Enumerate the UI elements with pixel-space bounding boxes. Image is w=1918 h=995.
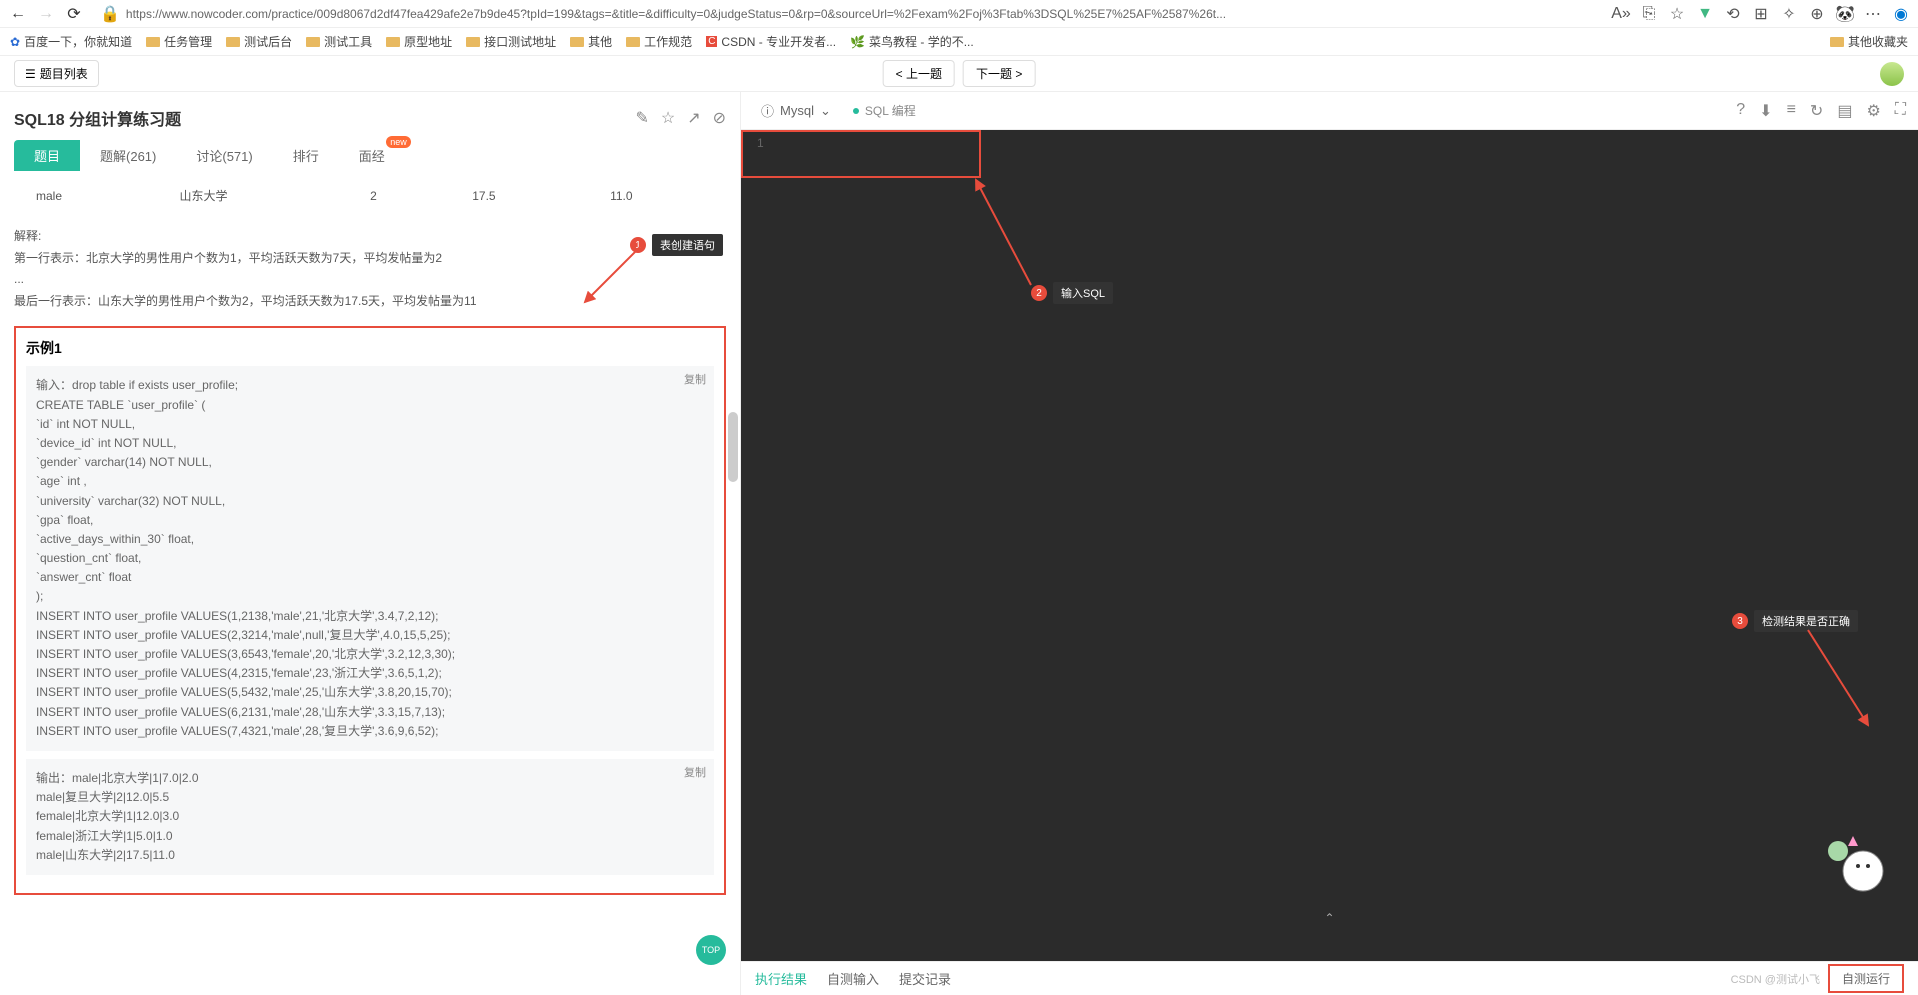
notes-icon[interactable]: ▤ (1837, 101, 1852, 121)
annotation-3-text: 检测结果是否正确 (1754, 610, 1858, 632)
tab-ranking[interactable]: 排行 (273, 140, 339, 171)
address-bar[interactable]: 🔒 https://www.nowcoder.com/practice/009d… (92, 3, 1604, 25)
chevron-down-icon: ⌄ (820, 103, 831, 119)
info-icon: ⓘ (761, 101, 774, 120)
editor-panel: ⓘMysql⌄ SQL 编程 ? ⬇ ≡ ↻ ▤ ⚙ ⛶ 1 2 输入SQL (740, 92, 1918, 995)
format-icon[interactable]: ≡ (1787, 101, 1796, 121)
sql-editor[interactable]: 1 2 输入SQL 3 检测结果是否正确 ⌃ (741, 130, 1918, 961)
page-header: ☰题目列表 < 上一题 下一题 > (0, 56, 1918, 92)
extensions-icon[interactable]: ⊕ (1808, 5, 1826, 23)
bookmark-baidu[interactable]: ✿百度一下，你就知道 (10, 33, 132, 50)
next-question-button[interactable]: 下一题 > (963, 60, 1035, 87)
tab-submit-history[interactable]: 提交记录 (899, 969, 951, 988)
vue-icon[interactable]: ▼ (1696, 5, 1714, 23)
example-title: 示例1 (26, 338, 714, 358)
sql-mode-label: SQL 编程 (853, 102, 916, 119)
read-aloud-icon[interactable]: A» (1612, 5, 1630, 23)
prev-question-button[interactable]: < 上一题 (883, 60, 955, 87)
annotation-2-text: 输入SQL (1053, 282, 1113, 304)
share-icon[interactable]: ↗ (687, 108, 700, 128)
problem-tabs: 题目 题解(261) 讨论(571) 排行 面经new (14, 140, 726, 171)
sample-table: male 山东大学 2 17.5 11.0 (14, 179, 726, 212)
watermark-text: CSDN @测试小飞 (1731, 971, 1820, 987)
fullscreen-icon[interactable]: ⛶ (1895, 101, 1906, 121)
help-icon[interactable]: ? (1736, 101, 1745, 121)
new-badge: new (386, 136, 411, 148)
self-test-button[interactable]: 自测运行 (1828, 964, 1904, 993)
bookmark-folder-other[interactable]: 其他 (570, 33, 612, 50)
copy-input-button[interactable]: 复制 (684, 372, 706, 390)
back-button[interactable]: ← (8, 4, 28, 24)
question-title: SQL18 分组计算练习题 (14, 106, 181, 130)
database-select[interactable]: ⓘMysql⌄ (753, 97, 839, 124)
settings-icon[interactable]: ⚙ (1866, 101, 1880, 121)
editor-header: ⓘMysql⌄ SQL 编程 ? ⬇ ≡ ↻ ▤ ⚙ ⛶ (741, 92, 1918, 130)
copilot-icon[interactable]: ◉ (1892, 5, 1910, 23)
bookmark-folder-api[interactable]: 接口测试地址 (466, 33, 556, 50)
collections-icon[interactable]: ⊞ (1752, 5, 1770, 23)
bookmark-folder-test-back[interactable]: 测试后台 (226, 33, 292, 50)
table-row: male 山东大学 2 17.5 11.0 (16, 181, 724, 210)
scrollbar-thumb[interactable] (728, 412, 738, 482)
result-tabs-bar: 执行结果 自测输入 提交记录 CSDN @测试小飞 自测运行 (741, 961, 1918, 995)
copy-output-button[interactable]: 复制 (684, 765, 706, 783)
user-avatar[interactable] (1880, 62, 1904, 86)
annotation-1-badge: 1 (630, 237, 646, 253)
bookmark-csdn[interactable]: CCSDN - 专业开发者... (706, 33, 836, 50)
annotation-2-badge: 2 (1031, 285, 1047, 301)
example-box: 示例1 复制输入：drop table if exists user_profi… (14, 326, 726, 895)
browser-actions: A» ⎘ ☆ ▼ ⟲ ⊞ ✧ ⊕ 🐼 ⋯ ◉ (1612, 5, 1910, 23)
editor-highlight-box (741, 130, 981, 178)
bookmark-folder-work[interactable]: 工作规范 (626, 33, 692, 50)
sync-icon[interactable]: ⟲ (1724, 5, 1742, 23)
output-code-block: 复制输出：male|北京大学|1|7.0|2.0 male|复旦大学|2|12.… (26, 759, 714, 875)
more-icon[interactable]: ⋯ (1864, 5, 1882, 23)
scroll-top-button[interactable]: TOP (696, 935, 726, 965)
explanation: 解释: 第一行表示：北京大学的男性用户个数为1，平均活跃天数为7天，平均发帖量为… (14, 226, 726, 312)
problem-panel: SQL18 分组计算练习题 ✎ ☆ ↗ ⊘ 题目 题解(261) 讨论(571)… (0, 92, 740, 995)
bookmark-folder-proto[interactable]: 原型地址 (386, 33, 452, 50)
star-icon[interactable]: ☆ (661, 108, 675, 128)
tab-discuss[interactable]: 讨论(571) (176, 140, 272, 171)
immersive-icon[interactable]: ⎘ (1640, 5, 1658, 23)
reset-icon[interactable]: ↻ (1810, 101, 1823, 121)
bookmark-folder-tasks[interactable]: 任务管理 (146, 33, 212, 50)
feedback-icon[interactable]: ⊘ (713, 108, 726, 128)
favorite-icon[interactable]: ☆ (1668, 5, 1686, 23)
download-icon[interactable]: ⬇ (1759, 101, 1772, 121)
tab-interview[interactable]: 面经new (339, 140, 405, 171)
bookmark-other-folder[interactable]: 其他收藏夹 (1830, 33, 1908, 50)
tab-run-result[interactable]: 执行结果 (755, 969, 807, 988)
scrollbar-track (726, 212, 740, 612)
edit-icon[interactable]: ✎ (635, 108, 648, 128)
bookmark-folder-test-tool[interactable]: 测试工具 (306, 33, 372, 50)
bookmark-runoob[interactable]: 🌿菜鸟教程 - 学的不... (850, 33, 974, 50)
favorites-bar-icon[interactable]: ✧ (1780, 5, 1798, 23)
panda-icon[interactable]: 🐼 (1836, 5, 1854, 23)
forward-button[interactable]: → (36, 4, 56, 24)
input-code-block: 复制输入：drop table if exists user_profile; … (26, 366, 714, 751)
annotation-1-text: 表创建语句 (652, 234, 723, 256)
refresh-button[interactable]: ⟳ (64, 4, 84, 24)
list-icon: ☰ (25, 67, 36, 81)
expand-up-button[interactable]: ⌃ (1315, 911, 1345, 925)
tab-question[interactable]: 题目 (14, 140, 80, 171)
tab-solutions[interactable]: 题解(261) (80, 140, 176, 171)
url-text: https://www.nowcoder.com/practice/009d80… (126, 7, 1226, 21)
main-content: SQL18 分组计算练习题 ✎ ☆ ↗ ⊘ 题目 题解(261) 讨论(571)… (0, 92, 1918, 995)
bookmarks-bar: ✿百度一下，你就知道 任务管理 测试后台 测试工具 原型地址 接口测试地址 其他… (0, 28, 1918, 56)
tab-self-input[interactable]: 自测输入 (827, 969, 879, 988)
annotation-3-badge: 3 (1732, 613, 1748, 629)
question-list-button[interactable]: ☰题目列表 (14, 60, 99, 87)
mascot-decoration (1818, 831, 1888, 901)
browser-toolbar: ← → ⟳ 🔒 https://www.nowcoder.com/practic… (0, 0, 1918, 28)
lock-icon: 🔒 (100, 4, 120, 24)
